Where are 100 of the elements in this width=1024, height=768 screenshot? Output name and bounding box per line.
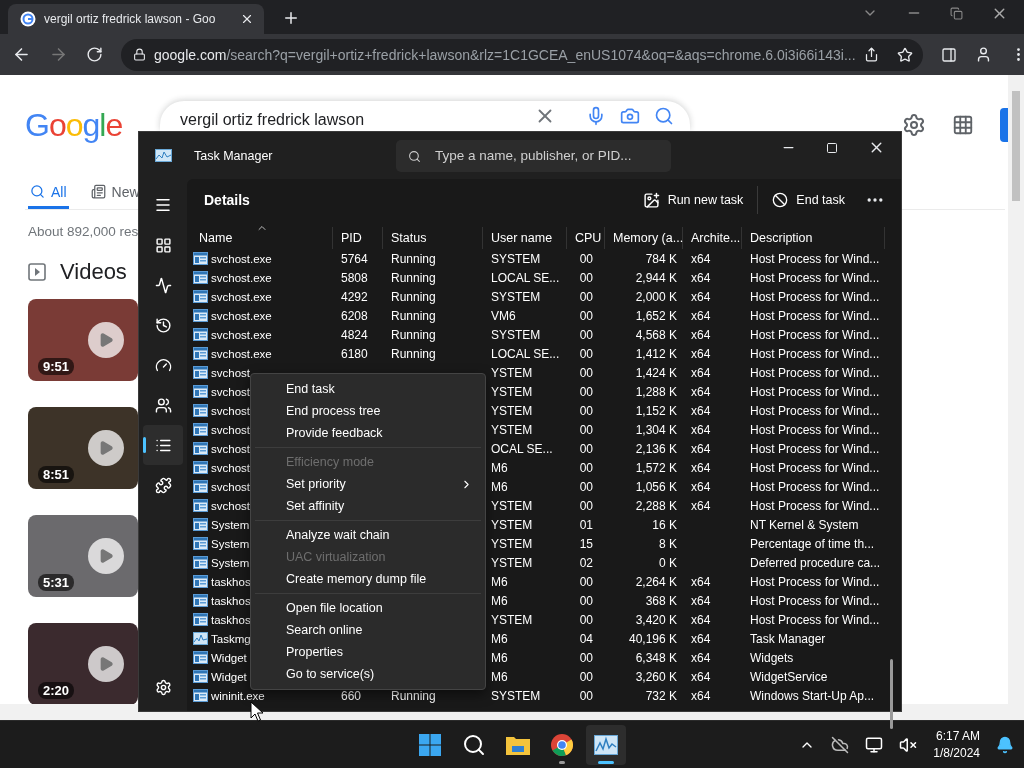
table-cell-text: 00	[578, 364, 594, 382]
table-cell-text: SYSTEM	[490, 250, 542, 268]
table-cell-text: 660	[340, 687, 363, 705]
table-cell-text: x64	[690, 383, 712, 401]
search-value: vergil ortiz fredrick lawson	[180, 110, 366, 129]
table-cell-text: x64	[690, 687, 712, 705]
table-cell-text: Running	[390, 345, 437, 363]
table-cell-text: 00	[578, 592, 594, 610]
table-cell-text: 1,152 K	[634, 402, 678, 420]
table-cell-text: 00	[578, 402, 594, 420]
table-cell-text: 2,944 K	[634, 269, 678, 287]
table-cell-text: 00	[578, 573, 594, 591]
table-cell-text: 3,420 K	[634, 611, 678, 629]
table-cell-text: Host Process for Wind...	[749, 592, 881, 610]
table-cell-text: Deferred procedure ca...	[749, 554, 882, 572]
table-cell-text: 2,288 K	[634, 497, 678, 515]
table-cell-text: x64	[690, 649, 712, 667]
process-name: taskhos	[211, 575, 251, 588]
process-name: svchost	[211, 385, 250, 398]
table-cell-text: 01	[578, 516, 594, 534]
process-name: svchost.exe	[211, 271, 272, 284]
table-cell-text: Percentage of time th...	[749, 535, 876, 553]
process-name: wininit.exe	[211, 689, 265, 702]
table-cell-text: 00	[578, 649, 594, 667]
table-cell-text: Host Process for Wind...	[749, 440, 881, 458]
table-cell-text: 2,000 K	[634, 288, 678, 306]
table-cell-text: 00	[578, 288, 594, 306]
table-cell-text: Host Process for Wind...	[749, 269, 881, 287]
table-cell-text: Windows Start-Up Ap...	[749, 687, 876, 705]
table-cell-text: 00	[578, 440, 594, 458]
section-title: Videos	[60, 259, 127, 285]
table-cell-text: SYSTEM	[490, 288, 542, 306]
table-cell-text: Host Process for Wind...	[749, 364, 881, 382]
table-cell-text: YSTEM	[490, 364, 534, 382]
time-text: 6:17 AM	[935, 727, 980, 745]
table-cell-text: 00	[578, 307, 594, 325]
video-duration: 8:51	[38, 466, 75, 483]
table-cell-text: x64	[690, 611, 712, 629]
process-name: svchost	[211, 404, 250, 417]
table-cell-text: VM6	[490, 307, 517, 325]
table-cell-text: 00	[578, 326, 594, 344]
table-cell-text: x64	[690, 478, 712, 496]
table-cell-text: 1,412 K	[634, 345, 678, 363]
table-cell-text: 1,424 K	[634, 364, 678, 382]
page-title: Details	[204, 192, 250, 208]
result-count: About 892,000 res	[27, 224, 139, 239]
table-cell-text: 784 K	[644, 250, 678, 268]
table-cell-text: x64	[690, 326, 712, 344]
video-duration: 5:31	[38, 574, 75, 591]
table-cell-text: Host Process for Wind...	[749, 421, 881, 439]
table-cell-text: 40,196 K	[627, 630, 678, 648]
table-cell-text: Running	[390, 250, 437, 268]
table-cell-text: 5808	[340, 269, 369, 287]
process-name: taskhos	[211, 594, 251, 607]
table-cell-text: 1,572 K	[634, 459, 678, 477]
table-cell-text: YSTEM	[490, 497, 534, 515]
table-cell-text: SYSTEM	[490, 687, 542, 705]
table-cell-text: 00	[578, 668, 594, 686]
date-text: 1/8/2024	[933, 744, 980, 762]
table-cell-text: WidgetService	[749, 668, 829, 686]
table-cell-text: x64	[690, 497, 712, 515]
table-cell-text: x64	[690, 630, 712, 648]
table-cell-text: Host Process for Wind...	[749, 326, 881, 344]
process-name: Taskmg	[211, 632, 251, 645]
table-cell-text: x64	[690, 345, 712, 363]
process-name: System	[211, 537, 250, 550]
table-cell-text: YSTEM	[490, 554, 534, 572]
process-name: svchost	[211, 366, 250, 379]
table-cell-text: 1,652 K	[634, 307, 678, 325]
table-cell-text: 8 K	[658, 535, 678, 553]
table-cell-text: 0 K	[658, 554, 678, 572]
table-cell-text: x64	[690, 668, 712, 686]
process-name: svchost	[211, 499, 250, 512]
table-cell-text: M6	[490, 459, 509, 477]
table-cell-text: 00	[578, 687, 594, 705]
table-cell-text: Host Process for Wind...	[749, 307, 881, 325]
table-cell-text: 1,304 K	[634, 421, 678, 439]
table-cell-text: 4,568 K	[634, 326, 678, 344]
table-cell-text: M6	[490, 668, 509, 686]
table-cell-text: YSTEM	[490, 535, 534, 553]
process-name: svchost.exe	[211, 290, 272, 303]
table-cell-text: LOCAL SE...	[490, 345, 561, 363]
tab-title: vergil ortiz fredrick lawson - Goo	[44, 12, 217, 26]
video-duration: 2:20	[38, 682, 75, 699]
table-cell-text: SYSTEM	[490, 326, 542, 344]
table-cell-text: 00	[578, 497, 594, 515]
process-name: svchost	[211, 442, 250, 455]
table-cell-text: Host Process for Wind...	[749, 573, 881, 591]
table-cell-text: YSTEM	[490, 421, 534, 439]
process-name: svchost.exe	[211, 347, 272, 360]
table-cell-text: 1,288 K	[634, 383, 678, 401]
table-cell-text: 6,348 K	[634, 649, 678, 667]
table-cell-text: x64	[690, 364, 712, 382]
process-name: taskhos	[211, 613, 251, 626]
table-cell-text: Task Manager	[749, 630, 827, 648]
table-cell-text: YSTEM	[490, 383, 534, 401]
table-cell-text: 00	[578, 250, 594, 268]
table-cell-text: M6	[490, 592, 509, 610]
table-cell-text: Host Process for Wind...	[749, 611, 881, 629]
table-cell-text: 732 K	[644, 687, 678, 705]
